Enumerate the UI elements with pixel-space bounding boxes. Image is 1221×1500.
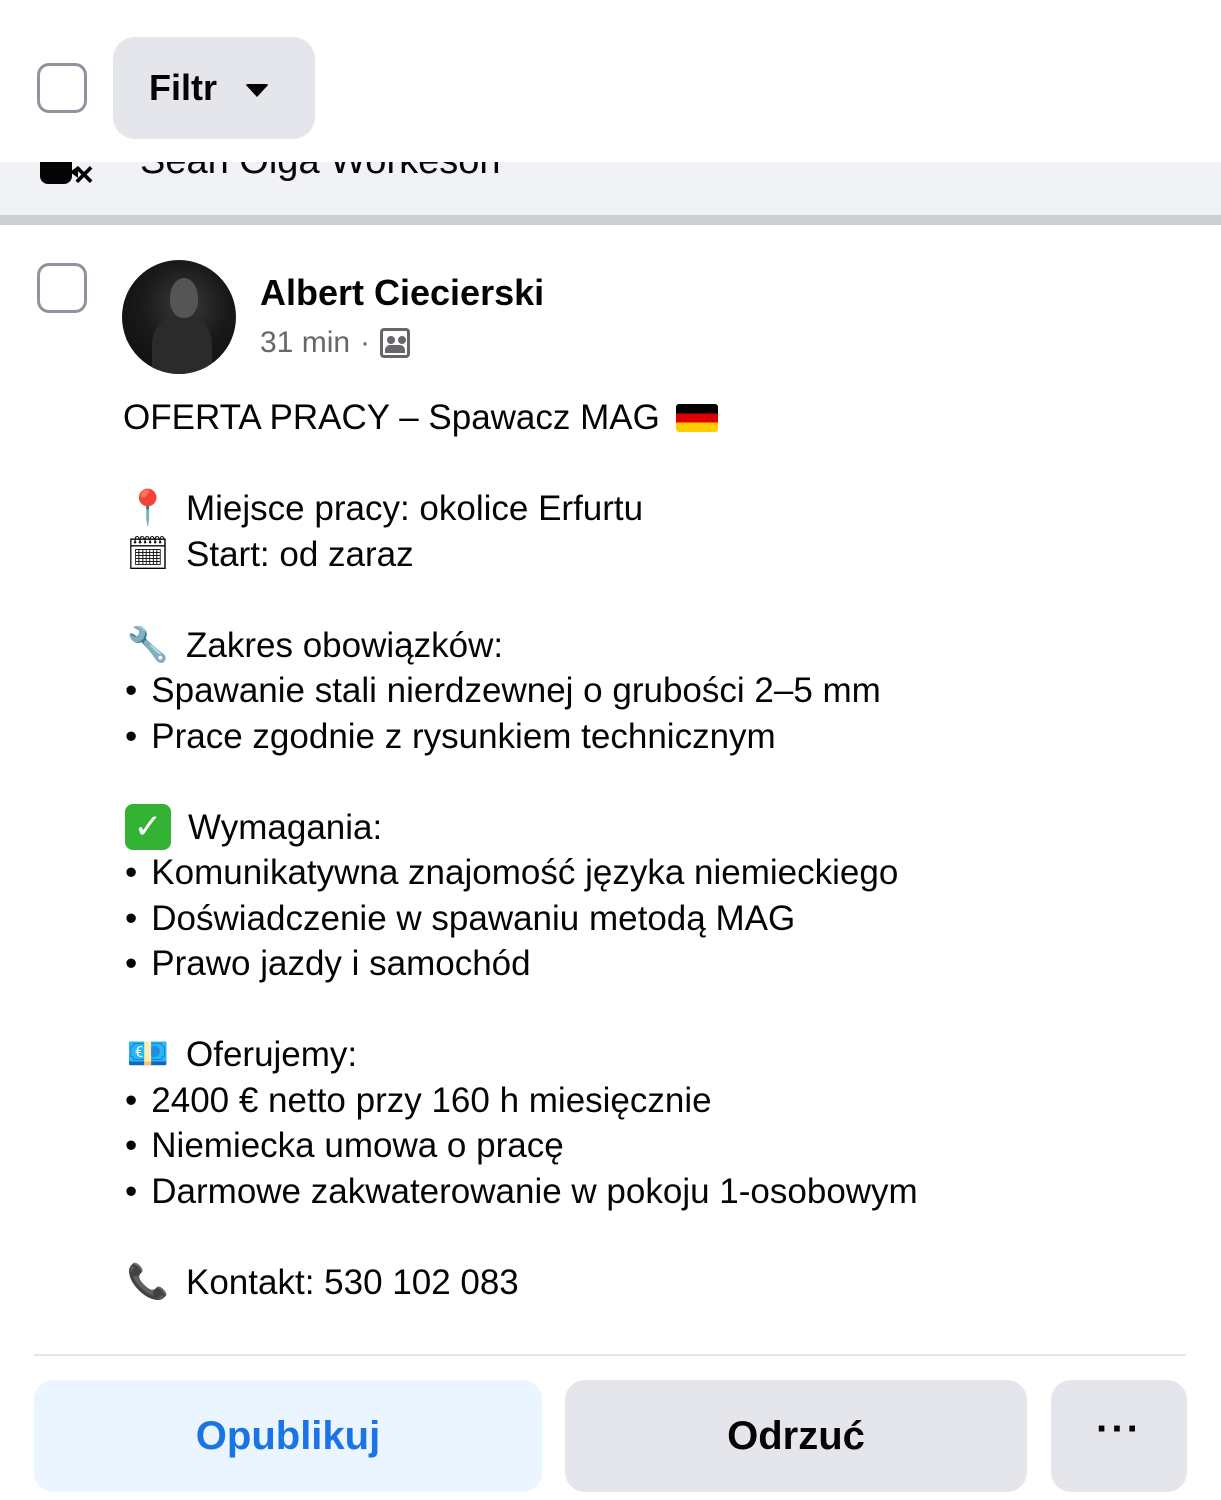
post-select-checkbox[interactable] [37,263,87,313]
bullet: • [125,853,138,892]
start-line: 🗓 Start: od zaraz [123,532,1183,578]
offer-item: • 2400 € netto przy 160 h miesięcznie [123,1078,1183,1124]
duty-item: • Prace zgodnie z rysunkiem technicznym [123,714,1183,760]
avatar[interactable] [122,260,236,374]
duty-text: Spawanie stali nierdzewnej o grubości 2–… [151,671,881,710]
bullet: • [125,671,138,710]
bullet: • [125,1080,138,1120]
offer-text: Niemiecka umowa o pracę [151,1126,564,1165]
group-icon [380,328,411,358]
wrench-icon: 🔧 [126,624,170,665]
check-mark-icon: ✓ [125,804,171,851]
phone-icon: 📞 [126,1261,170,1302]
bullet: • [125,1126,138,1165]
duties-header-line: 🔧 Zakres obowiązków: [123,623,1183,669]
author-name[interactable]: Albert Ciecierski [260,272,544,314]
avatar-body [152,316,212,374]
germany-flag-icon [675,403,718,432]
calendar-icon: 🗓 [126,533,170,574]
select-all-checkbox[interactable] [37,63,87,113]
video-off-icon [40,162,78,184]
offer-header: Oferujemy: [186,1035,358,1074]
bullet: • [125,1171,138,1211]
requirements-header-line: ✓ Wymagania: [123,804,1183,851]
pin-icon: 📍 [126,488,170,528]
requirement-text: Komunikatywna znajomość języka niemiecki… [151,853,899,892]
location-line: 📍 Miejsce pracy: okolice Erfurtu [123,486,1183,532]
requirements-header: Wymagania: [188,807,383,847]
duties-header: Zakres obowiązków: [186,625,504,665]
publish-button[interactable]: Opublikuj [34,1380,542,1492]
bullet: • [125,898,138,938]
duty-item: • Spawanie stali nierdzewnej o grubości … [123,668,1183,714]
requirement-item: • Komunikatywna znajomość języka niemiec… [123,850,1183,896]
more-options-button[interactable]: ··· [1051,1380,1187,1492]
location-text: Miejsce pracy: okolice Erfurtu [186,489,644,528]
post-title: OFERTA PRACY – Spawacz MAG [123,398,660,437]
top-toolbar: Filtr [0,0,1221,162]
bullet: • [125,944,138,983]
filter-button[interactable]: Filtr [113,37,315,139]
post-body: OFERTA PRACY – Spawacz MAG 📍 Miejsce pra… [123,395,1183,1305]
requirement-item: • Doświadczenie w spawaniu metodą MAG [123,896,1183,942]
avatar-head [170,278,198,318]
post-title-line: OFERTA PRACY – Spawacz MAG [123,395,1183,441]
start-text: Start: od zaraz [186,534,414,574]
offer-text: 2400 € netto przy 160 h miesięcznie [151,1080,712,1120]
reject-button[interactable]: Odrzuć [565,1380,1027,1492]
offer-item: • Niemiecka umowa o pracę [123,1123,1183,1169]
filter-button-label: Filtr [149,67,217,108]
requirement-text: Doświadczenie w spawaniu metodą MAG [151,898,796,938]
money-icon: 💶 [126,1034,170,1074]
offer-text: Darmowe zakwaterowanie w pokoju 1-osobow… [151,1171,918,1211]
section-divider [0,215,1221,225]
contact-text: Kontakt: 530 102 083 [186,1262,519,1302]
requirement-text: Prawo jazdy i samochód [151,944,531,983]
close-icon: × [74,162,94,194]
post-meta: 31 min · [260,326,411,360]
contact-line: 📞 Kontakt: 530 102 083 [123,1260,1183,1306]
caret-down-icon [245,83,269,97]
previous-post-footer: × Sean Olga Workeson [0,162,1221,215]
bullet: • [125,716,138,756]
duty-text: Prace zgodnie z rysunkiem technicznym [151,716,776,756]
actions-divider [34,1354,1186,1356]
post-time[interactable]: 31 min [260,326,350,360]
offer-header-line: 💶 Oferujemy: [123,1032,1183,1078]
offer-item: • Darmowe zakwaterowanie w pokoju 1-osob… [123,1169,1183,1215]
requirement-item: • Prawo jazdy i samochód [123,941,1183,987]
meta-separator: · [360,326,371,359]
previous-post-text: Sean Olga Workeson [140,162,501,183]
